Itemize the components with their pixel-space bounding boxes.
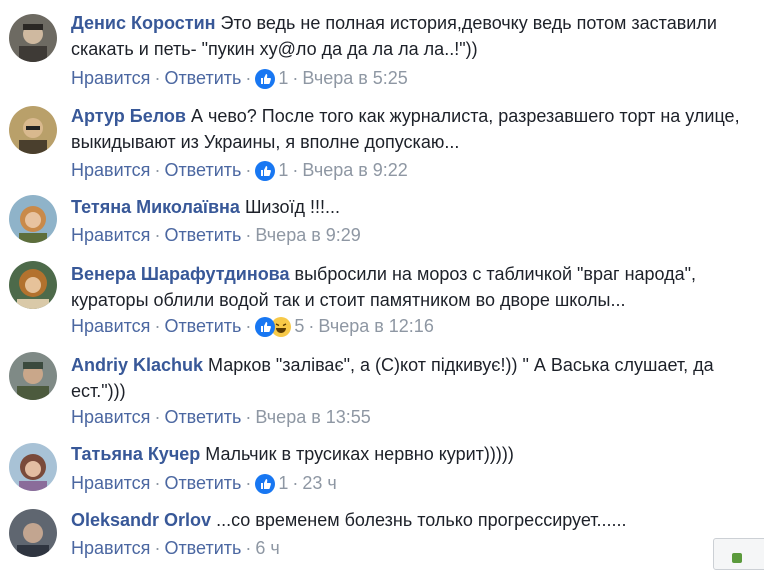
separator: · — [245, 538, 252, 558]
reply-button[interactable]: Ответить — [164, 473, 241, 493]
separator: · — [245, 160, 252, 180]
comment-actions: Нравится · Ответить · 6 ч — [71, 535, 280, 561]
comment-author[interactable]: Andriy Klachuk — [71, 355, 203, 375]
comment-author[interactable]: Артур Белов — [71, 106, 186, 126]
like-icon — [255, 473, 276, 494]
avatar[interactable] — [9, 352, 57, 400]
comment-actions: Нравится · Ответить · 1 · Вчера в 5:25 — [71, 65, 408, 91]
reactions[interactable] — [255, 312, 292, 338]
avatar[interactable] — [9, 106, 57, 154]
comment-body: Венера Шарафутдинова выбросили на мороз … — [71, 261, 755, 313]
timestamp[interactable]: Вчера в 9:22 — [302, 160, 407, 180]
reaction-count: 1 — [278, 160, 289, 180]
reply-button[interactable]: Ответить — [164, 407, 241, 427]
timestamp[interactable]: Вчера в 5:25 — [302, 68, 407, 88]
reply-button[interactable]: Ответить — [164, 316, 241, 336]
like-button[interactable]: Нравится — [71, 225, 150, 245]
reply-button[interactable]: Ответить — [164, 68, 241, 88]
comment-author[interactable]: Тетяна Миколаївна — [71, 197, 240, 217]
like-icon — [255, 68, 276, 89]
like-button[interactable]: Нравится — [71, 473, 150, 493]
avatar[interactable] — [9, 443, 57, 491]
comment-actions: Нравится · Ответить · 5 · Вчера в 12:16 — [71, 313, 434, 339]
comment-actions: Нравится · Ответить · Вчера в 13:55 — [71, 404, 371, 430]
avatar[interactable] — [9, 509, 57, 557]
separator: · — [154, 316, 161, 336]
comment-text: Мальчик в трусиках нервно курит))))) — [205, 444, 514, 464]
timestamp[interactable]: Вчера в 9:29 — [255, 225, 360, 245]
status-icon — [732, 553, 742, 563]
timestamp[interactable]: 23 ч — [302, 473, 336, 493]
separator: · — [292, 160, 299, 180]
separator: · — [154, 473, 161, 493]
like-icon — [255, 160, 276, 181]
separator: · — [154, 225, 161, 245]
like-button[interactable]: Нравится — [71, 160, 150, 180]
reply-button[interactable]: Ответить — [164, 538, 241, 558]
reaction-count: 1 — [278, 68, 289, 88]
reaction-count: 1 — [278, 473, 289, 493]
like-button[interactable]: Нравится — [71, 316, 150, 336]
comment-actions: Нравится · Ответить · 1 · Вчера в 9:22 — [71, 157, 408, 183]
comment-author[interactable]: Денис Коростин — [71, 13, 216, 33]
comment-body: Артур Белов А чево? После того как журна… — [71, 103, 755, 155]
reply-button[interactable]: Ответить — [164, 225, 241, 245]
like-button[interactable]: Нравится — [71, 68, 150, 88]
comment-text: Шизоїд !!!... — [244, 197, 341, 217]
chat-tab[interactable] — [713, 538, 764, 570]
comment-actions: Нравится · Ответить · Вчера в 9:29 — [71, 222, 361, 248]
separator: · — [154, 160, 161, 180]
reactions[interactable] — [255, 469, 276, 495]
comment-author[interactable]: Oleksandr Orlov — [71, 510, 211, 530]
comment-body: Татьяна Кучер Мальчик в трусиках нервно … — [71, 441, 755, 467]
separator: · — [292, 68, 299, 88]
reactions[interactable] — [255, 64, 276, 90]
separator: · — [292, 473, 299, 493]
comment-body: Денис Коростин Это ведь не полная истори… — [71, 10, 755, 62]
comment-text: ...со временем болезнь только прогрессир… — [216, 510, 627, 530]
comment-author[interactable]: Венера Шарафутдинова — [71, 264, 290, 284]
separator: · — [245, 316, 252, 336]
avatar[interactable] — [9, 195, 57, 243]
separator: · — [308, 316, 315, 336]
reactions[interactable] — [255, 156, 276, 182]
avatar[interactable] — [9, 14, 57, 62]
separator: · — [154, 407, 161, 427]
separator: · — [154, 68, 161, 88]
avatar[interactable] — [9, 261, 57, 309]
timestamp[interactable]: 6 ч — [255, 538, 279, 558]
comment-body: Тетяна Миколаївна Шизоїд !!!... — [71, 194, 755, 220]
separator: · — [245, 68, 252, 88]
comment-author[interactable]: Татьяна Кучер — [71, 444, 200, 464]
comment-actions: Нравится · Ответить · 1 · 23 ч — [71, 470, 337, 496]
like-button[interactable]: Нравится — [71, 538, 150, 558]
separator: · — [245, 473, 252, 493]
separator: · — [154, 538, 161, 558]
like-icon — [255, 316, 276, 337]
like-button[interactable]: Нравится — [71, 407, 150, 427]
reply-button[interactable]: Ответить — [164, 160, 241, 180]
reaction-count: 5 — [294, 316, 305, 336]
comment-body: Oleksandr Orlov ...со временем болезнь т… — [71, 507, 755, 533]
timestamp[interactable]: Вчера в 12:16 — [318, 316, 433, 336]
timestamp[interactable]: Вчера в 13:55 — [255, 407, 370, 427]
separator: · — [245, 225, 252, 245]
separator: · — [245, 407, 252, 427]
comment-body: Andriy Klachuk Марков "заліває", а (С)ко… — [71, 352, 755, 404]
